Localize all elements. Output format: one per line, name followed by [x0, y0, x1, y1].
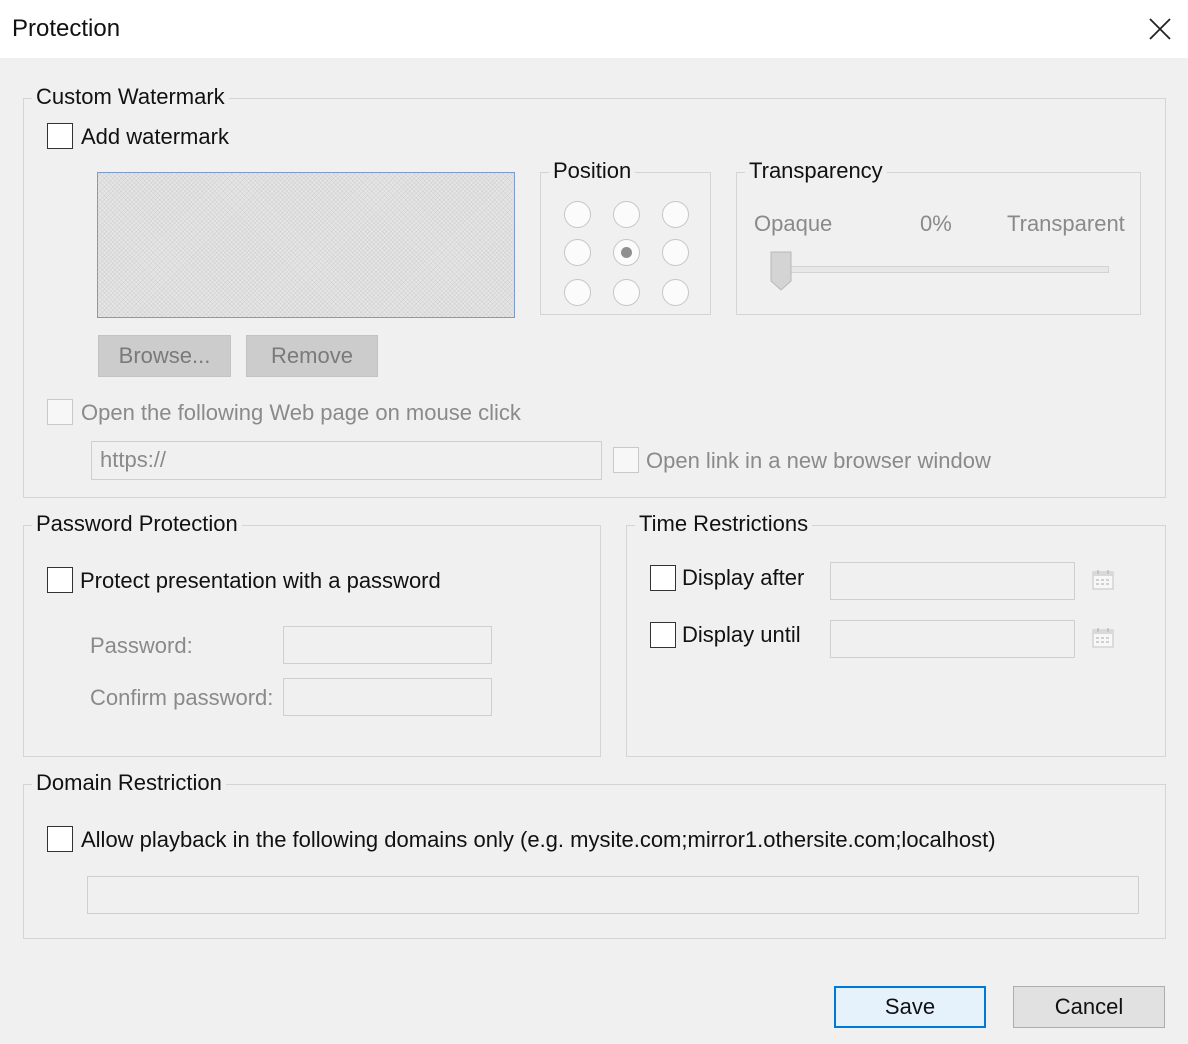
- opaque-label: Opaque: [754, 211, 833, 236]
- display-after-label: Display after: [682, 565, 805, 590]
- domain-restriction-legend: Domain Restriction: [32, 769, 226, 797]
- protect-password-checkbox[interactable]: [47, 567, 73, 593]
- password-label: Password:: [90, 633, 193, 658]
- calendar-icon[interactable]: [1092, 570, 1114, 590]
- position-legend: Position: [549, 157, 636, 185]
- password-protection-legend: Password Protection: [32, 510, 242, 538]
- display-after-checkbox[interactable]: [650, 565, 676, 591]
- position-bottom-right[interactable]: [662, 279, 689, 306]
- position-middle-left[interactable]: [564, 239, 591, 266]
- save-button[interactable]: Save: [834, 986, 986, 1028]
- confirm-password-input[interactable]: [283, 678, 492, 716]
- position-top-right[interactable]: [662, 201, 689, 228]
- transparent-label: Transparent: [1007, 211, 1125, 236]
- browse-button[interactable]: Browse...: [98, 335, 231, 377]
- transparency-group: Transparency: [736, 157, 1141, 315]
- close-button[interactable]: [1140, 10, 1180, 48]
- watermark-preview: [97, 172, 515, 318]
- calendar-icon[interactable]: [1092, 628, 1114, 648]
- display-until-input[interactable]: [830, 620, 1075, 658]
- add-watermark-checkbox[interactable]: [47, 123, 73, 149]
- time-restrictions-legend: Time Restrictions: [635, 510, 813, 538]
- url-input[interactable]: https://: [91, 441, 602, 480]
- transparency-slider-track[interactable]: [772, 266, 1109, 273]
- close-icon: [1149, 18, 1171, 40]
- new-window-checkbox[interactable]: [613, 447, 639, 473]
- new-window-label: Open link in a new browser window: [646, 448, 991, 473]
- protect-password-label: Protect presentation with a password: [80, 568, 441, 593]
- display-after-input[interactable]: [830, 562, 1075, 600]
- remove-button[interactable]: Remove: [246, 335, 378, 377]
- display-until-checkbox[interactable]: [650, 622, 676, 648]
- title-bar: Protection: [0, 0, 1188, 58]
- cancel-button[interactable]: Cancel: [1013, 986, 1165, 1028]
- confirm-password-label: Confirm password:: [90, 685, 274, 710]
- allow-domains-label: Allow playback in the following domains …: [81, 827, 996, 852]
- display-until-label: Display until: [682, 622, 801, 647]
- domains-input[interactable]: [87, 876, 1139, 914]
- position-center[interactable]: [613, 239, 640, 266]
- allow-domains-checkbox[interactable]: [47, 826, 73, 852]
- password-input[interactable]: [283, 626, 492, 664]
- open-web-page-label: Open the following Web page on mouse cli…: [81, 400, 521, 425]
- position-bottom-center[interactable]: [613, 279, 640, 306]
- position-bottom-left[interactable]: [564, 279, 591, 306]
- dialog-title: Protection: [12, 15, 121, 42]
- domain-restriction-group: Domain Restriction: [23, 769, 1166, 939]
- position-top-left[interactable]: [564, 201, 591, 228]
- transparency-value: 0%: [920, 211, 952, 236]
- open-web-page-checkbox[interactable]: [47, 399, 73, 425]
- custom-watermark-legend: Custom Watermark: [32, 83, 229, 111]
- slider-thumb-icon[interactable]: [770, 251, 792, 291]
- add-watermark-label: Add watermark: [81, 124, 229, 149]
- position-middle-right[interactable]: [662, 239, 689, 266]
- transparency-legend: Transparency: [745, 157, 887, 185]
- selected-dot: [621, 247, 632, 258]
- position-top-center[interactable]: [613, 201, 640, 228]
